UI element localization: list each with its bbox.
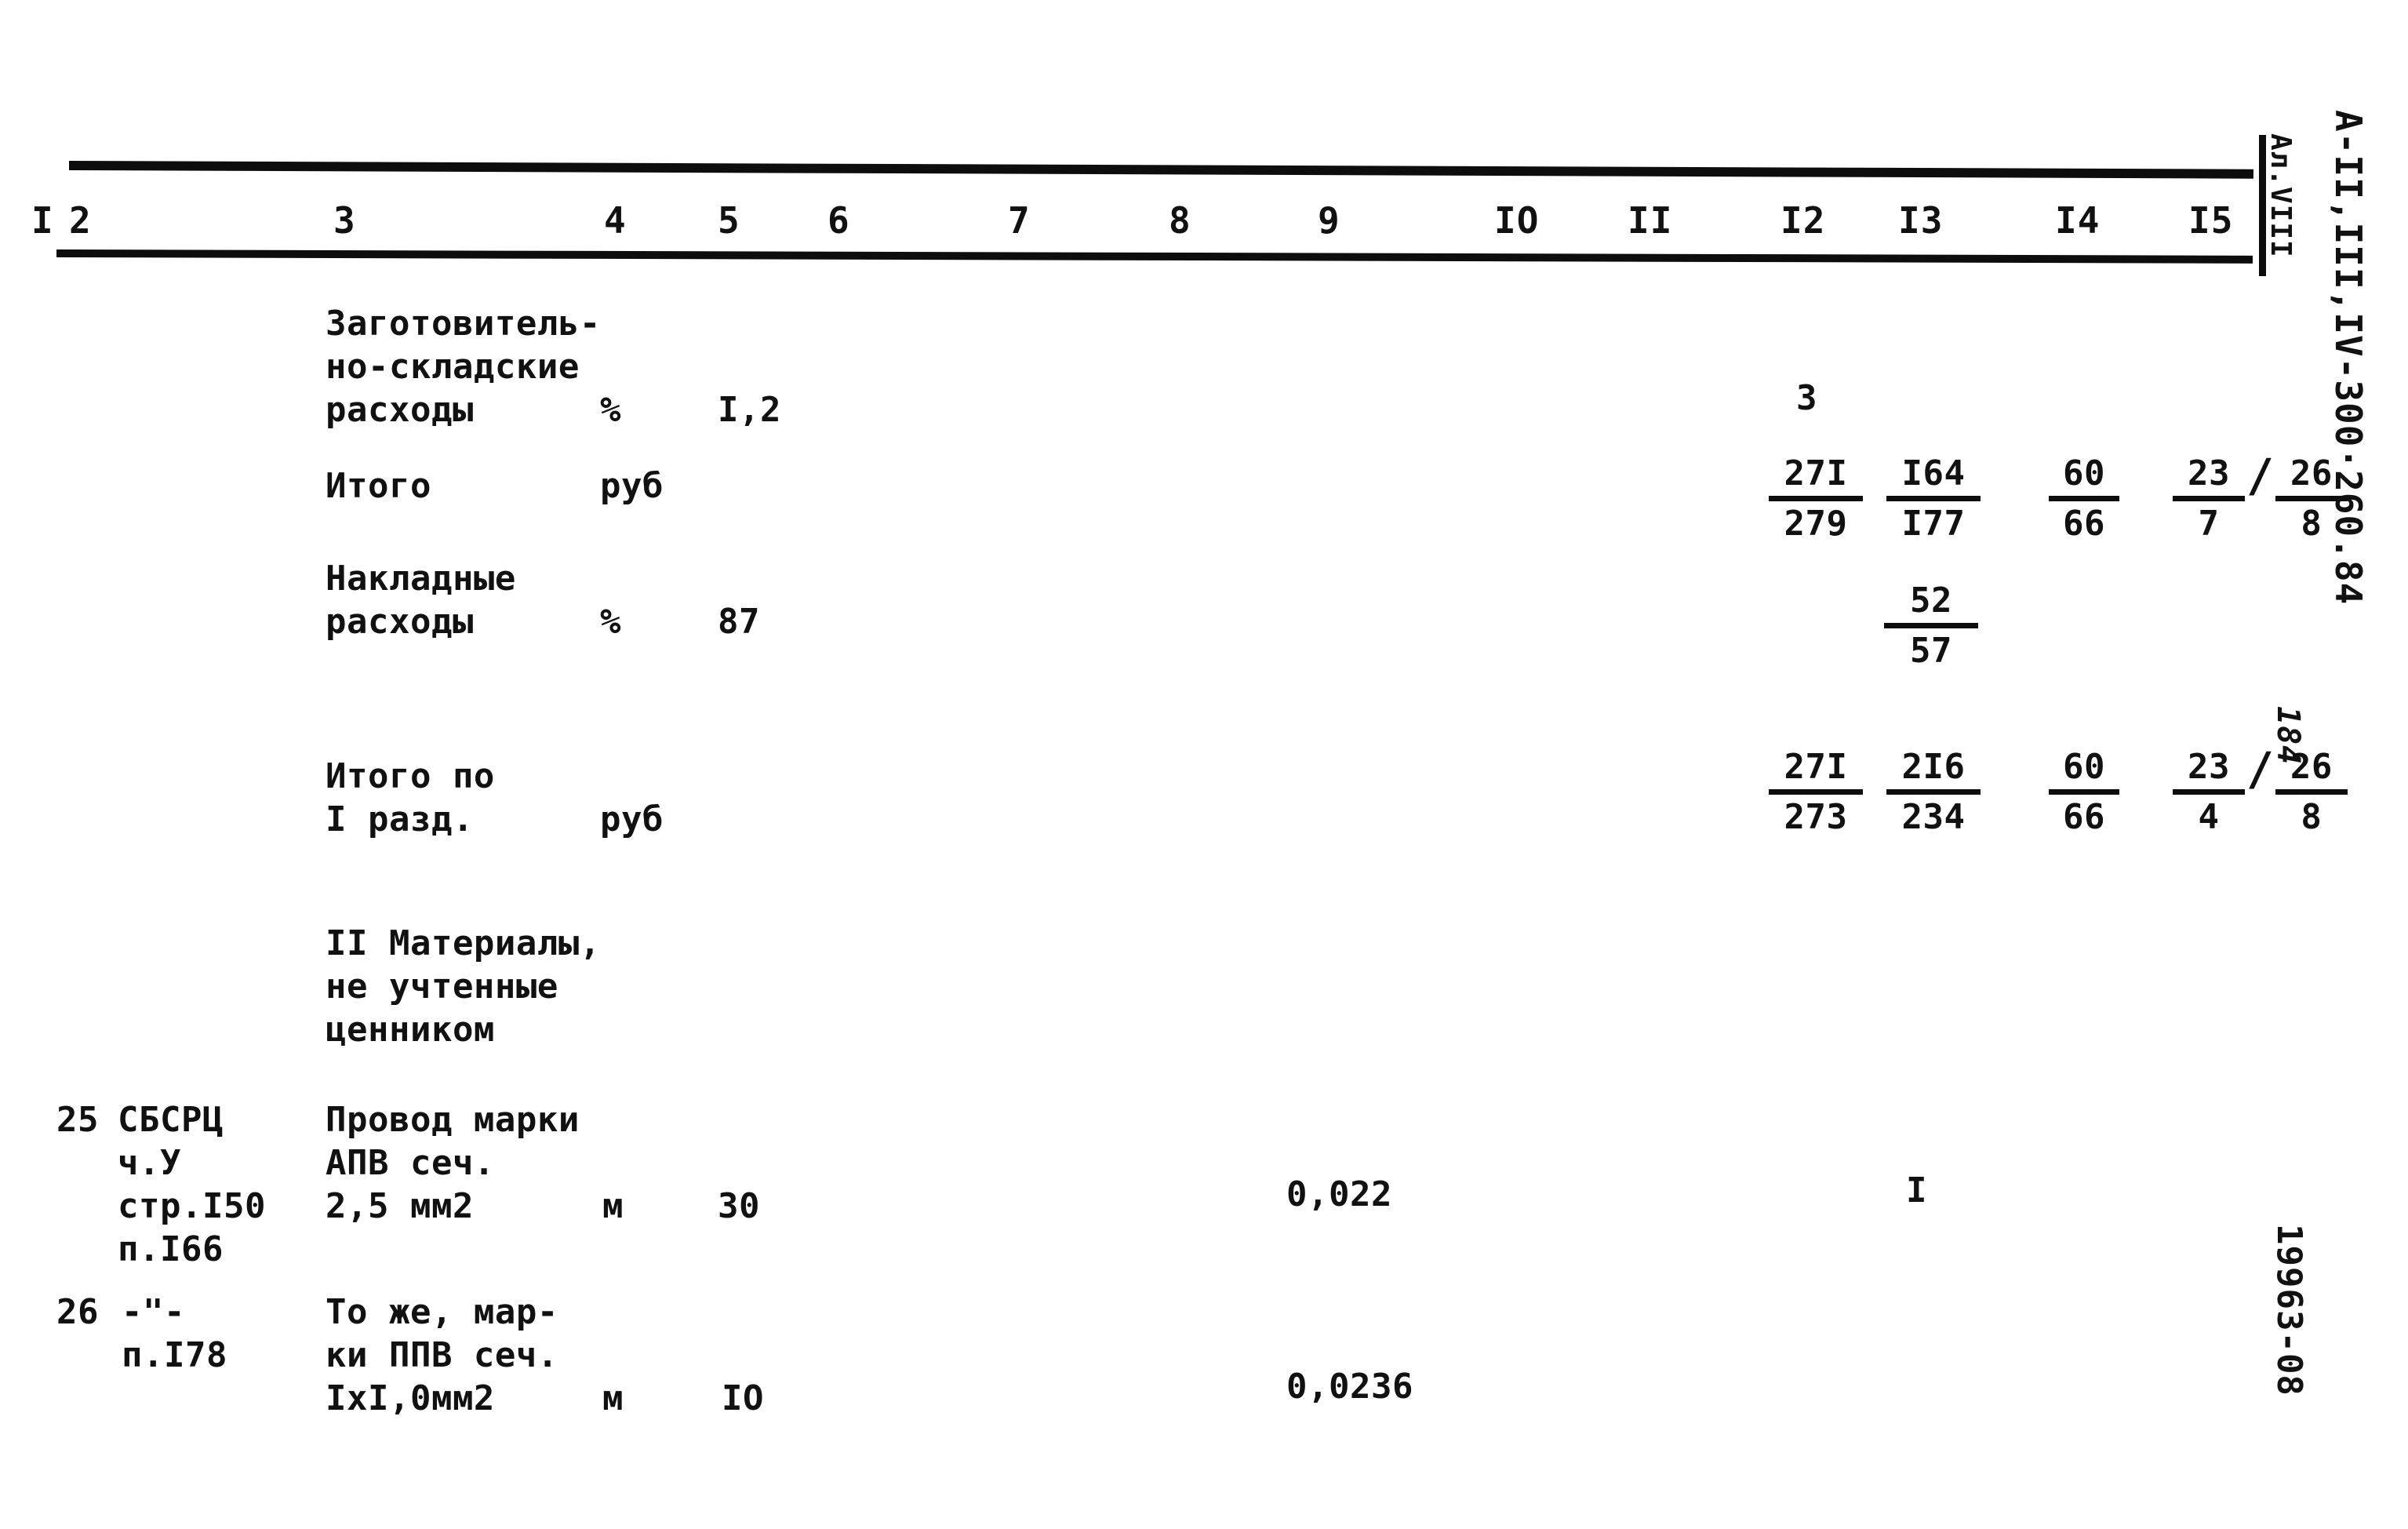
row-itogo-col14-numerator: 60 [2049, 453, 2119, 501]
scanned-page: I 2 3 4 5 6 7 8 9 IO II I2 I3 I4 I5 Заго… [0, 0, 2408, 1529]
row-nr-col13-numerator: 52 [1884, 581, 1978, 628]
row-26-name-line-2: ки ППВ сеч. [326, 1335, 558, 1375]
row-itogo-razd-col15-right-denominator: 8 [2301, 797, 2323, 837]
row-zsr-name-line-3: расходы [326, 390, 474, 430]
row-itogo-col15-left: 23 7 [2173, 453, 2245, 544]
row-25-name-line-1: Провод марки [326, 1100, 580, 1140]
row-nr-col13: 52 57 [1884, 581, 1978, 672]
row-itogo-razd-col12-numerator: 27I [1769, 747, 1863, 795]
row-itogo-razd-col13-numerator: 2I6 [1886, 747, 1981, 795]
row-26-name-line-3: IxI,0мм2 [326, 1378, 495, 1418]
row-itogo-razd-col15: 23 4 / 26 8 [2173, 746, 2348, 838]
column-header-1: I [31, 199, 54, 242]
row-26-unit: м [602, 1378, 624, 1418]
row-itogo-razd-name-line-1: Итого по [326, 756, 495, 796]
column-header-11: II [1628, 199, 1673, 242]
row-itogo-razd-col13: 2I6 234 [1886, 747, 1981, 838]
column-header-12: I2 [1781, 199, 1826, 242]
column-header-10: IO [1494, 199, 1540, 242]
column-header-5: 5 [718, 199, 740, 242]
row-itogo-col15-left-numerator: 23 [2173, 453, 2245, 501]
row-25-qty: 30 [718, 1186, 760, 1226]
row-25-number: 25 [56, 1100, 99, 1140]
sheet-code-label: А-II,III,IV-300·260.84 [2327, 110, 2370, 606]
row-itogo-name: Итого [326, 466, 431, 506]
row-26-number: 26 [56, 1292, 99, 1332]
row-zsr-name-line-1: Заготовитель- [326, 304, 601, 344]
section-2-heading-line-1: II Материалы, [326, 923, 601, 963]
row-itogo-col12-numerator: 27I [1769, 453, 1863, 501]
row-nr-col13-denominator: 57 [1910, 631, 1952, 671]
row-itogo-col13-numerator: I64 [1886, 453, 1981, 501]
page-number-label: 184 [2270, 706, 2306, 766]
column-header-14: I4 [2055, 199, 2101, 242]
column-header-6: 6 [828, 199, 850, 242]
column-header-13: I3 [1898, 199, 1944, 242]
column-header-3: 3 [333, 199, 356, 242]
section-2-heading-line-2: не учтенные [326, 967, 558, 1007]
column-header-4: 4 [604, 199, 627, 242]
row-itogo-col13-denominator: I77 [1901, 504, 1966, 544]
row-nr-name-line-2: расходы [326, 602, 474, 642]
row-zsr-qty: I,2 [718, 390, 781, 430]
row-zsr-col12: 3 [1796, 378, 1817, 418]
row-itogo-razd-col14-denominator: 66 [2063, 797, 2105, 837]
table-top-rule [68, 161, 2254, 179]
row-itogo-razd-col14-numerator: 60 [2049, 747, 2119, 795]
row-itogo-col14-denominator: 66 [2063, 504, 2105, 544]
row-itogo-col14: 60 66 [2049, 453, 2119, 544]
row-25-col13: I [1906, 1170, 1927, 1210]
row-itogo-razd-col15-left-denominator: 4 [2198, 797, 2220, 837]
row-25-ref-line-1: СБСРЦ [118, 1100, 224, 1140]
row-nr-unit: % [600, 602, 621, 642]
row-25-name-line-2: АПВ сеч. [326, 1143, 495, 1183]
row-itogo-col15-slash: / [2246, 449, 2274, 502]
album-label: Ал.VIII [2264, 133, 2297, 258]
column-header-9: 9 [1318, 199, 1340, 242]
column-header-7: 7 [1008, 199, 1031, 242]
row-25-name-line-3: 2,5 мм2 [326, 1186, 474, 1226]
row-itogo-razd-col13-denominator: 234 [1901, 797, 1966, 837]
row-itogo-razd-col15-left-numerator: 23 [2173, 747, 2245, 795]
row-nr-name-line-1: Накладные [326, 559, 516, 599]
order-code-label: 19963-08 [2269, 1224, 2309, 1396]
row-itogo-razd-col12-denominator: 273 [1784, 797, 1848, 837]
row-26-col9: 0,0236 [1286, 1367, 1413, 1407]
table-header-underline [56, 249, 2253, 264]
row-nr-qty: 87 [718, 602, 760, 642]
row-zsr-unit: % [600, 390, 621, 430]
row-25-col9: 0,022 [1286, 1174, 1392, 1214]
row-itogo-razd-unit: руб [600, 799, 664, 839]
row-26-name-line-1: То же, мар- [326, 1292, 558, 1332]
column-header-8: 8 [1169, 199, 1191, 242]
row-itogo-col15: 23 7 / 26 8 [2173, 453, 2348, 544]
row-itogo-razd-name-line-2: I разд. [326, 799, 474, 839]
row-itogo-col12-denominator: 279 [1784, 504, 1848, 544]
section-2-heading-line-3: ценником [326, 1010, 495, 1050]
column-header-15: I5 [2188, 199, 2234, 242]
row-26-ref-line-1: -"- [122, 1292, 185, 1332]
row-itogo-razd-col14: 60 66 [2049, 747, 2119, 838]
row-26-ref-line-2: п.I78 [122, 1335, 227, 1375]
row-itogo-col13: I64 I77 [1886, 453, 1981, 544]
row-itogo-col15-left-denominator: 7 [2198, 504, 2220, 544]
row-25-ref-line-4: п.I66 [118, 1229, 224, 1269]
row-25-ref-line-2: ч.У [118, 1143, 181, 1183]
row-itogo-razd-col15-left: 23 4 [2173, 747, 2245, 838]
row-itogo-col12: 27I 279 [1769, 453, 1863, 544]
row-itogo-unit: руб [600, 466, 664, 506]
column-header-2: 2 [69, 199, 92, 242]
row-25-unit: м [602, 1186, 624, 1226]
row-itogo-razd-col12: 27I 273 [1769, 747, 1863, 838]
row-zsr-name-line-2: но-складские [326, 347, 580, 387]
row-26-qty: IO [722, 1378, 764, 1418]
row-25-ref-line-3: стр.I50 [118, 1186, 266, 1226]
